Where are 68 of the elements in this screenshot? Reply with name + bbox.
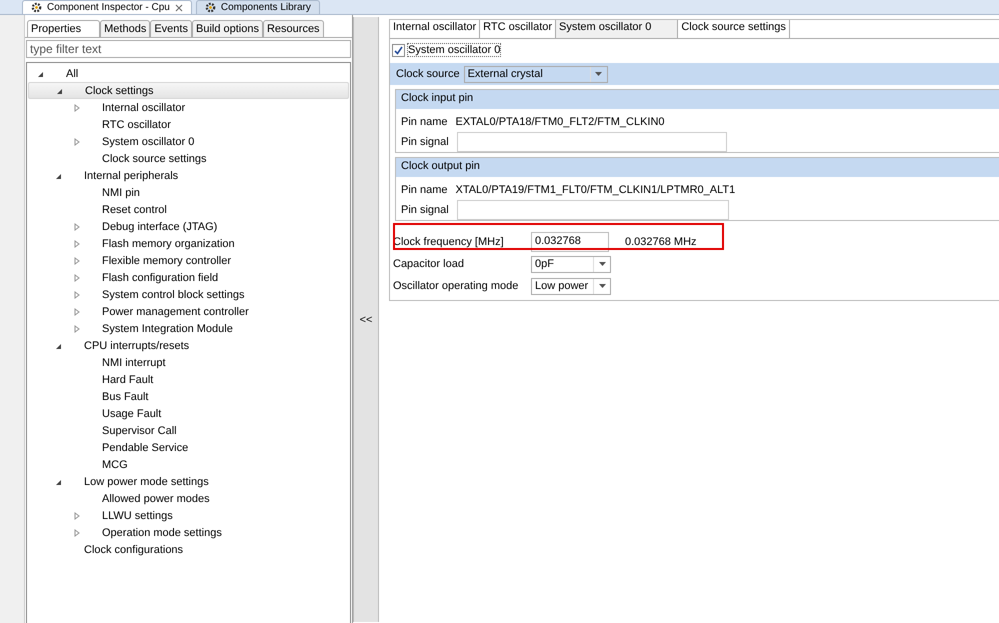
setting-dropdown[interactable]: 0pF <box>531 256 611 272</box>
frequency-reading: 0.032768 MHz <box>625 236 697 248</box>
filter-field[interactable]: type filter text <box>26 40 351 58</box>
tree-item[interactable]: LLWU settings <box>28 507 349 524</box>
tree-item[interactable]: Flash memory organization <box>28 235 349 252</box>
dropdown-caret-icon <box>598 262 606 266</box>
view-tab[interactable]: Build options <box>192 20 263 37</box>
tree-item[interactable]: Operation mode settings <box>28 524 349 541</box>
tree-item[interactable]: Supervisor Call <box>28 422 349 439</box>
editor-tab[interactable]: Components Library <box>196 0 320 14</box>
gear-icon <box>204 2 216 13</box>
setting-dropdown[interactable]: Low power <box>531 278 611 294</box>
tree-item[interactable]: NMI pin <box>28 184 349 201</box>
view-tab[interactable]: Methods <box>100 20 150 37</box>
check-icon <box>394 46 403 54</box>
tree-item[interactable]: System oscillator 0 <box>28 133 349 150</box>
tree-item[interactable]: Bus Fault <box>28 388 349 405</box>
pin-signal-field[interactable] <box>456 200 729 220</box>
field-label: Pin name <box>401 184 448 196</box>
tree-item[interactable]: System Integration Module <box>28 320 349 337</box>
tree-item[interactable]: MCG <box>28 456 349 473</box>
tree-item[interactable]: RTC oscillator <box>28 116 349 133</box>
tree-item[interactable]: Low power mode settings <box>28 473 349 490</box>
view-tab[interactable]: Properties <box>27 20 100 37</box>
tree-item[interactable]: Pendable Service <box>28 439 349 456</box>
clock-source-dropdown[interactable]: External crystal <box>464 66 608 82</box>
tree-item[interactable]: Usage Fault <box>28 405 349 422</box>
tree-item[interactable]: Flexible memory controller <box>28 252 349 269</box>
close-icon[interactable] <box>174 4 183 12</box>
editor-tab[interactable]: Component Inspector - Cpu <box>22 0 192 14</box>
field-label: Pin signal <box>401 136 449 148</box>
field-label: Clock source <box>396 68 460 80</box>
tree-item[interactable]: CPU interrupts/resets <box>28 337 349 354</box>
tree-item[interactable]: Internal oscillator <box>28 99 349 116</box>
pin-signal-field[interactable] <box>456 132 727 152</box>
tree-item[interactable]: Clock source settings <box>28 150 349 167</box>
collapse-button[interactable]: << <box>358 312 374 328</box>
tree-item[interactable]: System control block settings <box>28 286 349 303</box>
checkbox-label: System oscillator 0 <box>407 43 502 57</box>
pin-name-value: XTAL0/PTA19/FTM1_FLT0/FTM_CLKIN1/LPTMR0_ALT1 <box>455 184 736 196</box>
checkbox[interactable] <box>392 44 405 56</box>
pin-name-value: EXTAL0/PTA18/FTM0_FLT2/FTM_CLKIN0 <box>455 116 665 128</box>
tree-item[interactable]: All <box>28 65 349 82</box>
tree-item[interactable]: Flash configuration field <box>28 269 349 286</box>
view-tab[interactable]: Events <box>150 20 192 37</box>
tree-item[interactable]: Internal peripherals <box>28 167 349 184</box>
dropdown-caret-icon <box>595 72 602 76</box>
field-label: Pin name <box>401 116 448 128</box>
view-tab[interactable]: Resources <box>262 20 324 37</box>
frequency-field[interactable]: 0.032768 <box>531 232 609 252</box>
tree-item[interactable]: Hard Fault <box>28 371 349 388</box>
tree-item[interactable]: Reset control <box>28 201 349 218</box>
setting-label: Capacitor load <box>393 258 465 270</box>
gear-icon <box>31 2 42 13</box>
dropdown-caret-icon <box>598 284 606 288</box>
tree-item[interactable]: Allowed power modes <box>28 490 349 507</box>
setting-label: Oscillator operating mode <box>393 280 520 292</box>
group-title: Clock input pin <box>396 90 999 109</box>
collapsed-arrow-icon[interactable] <box>72 102 82 112</box>
field-label: Pin signal <box>401 204 449 216</box>
tree-item[interactable]: Power management controller <box>28 303 349 320</box>
collapsed-arrow-icon[interactable] <box>72 136 82 146</box>
group-title: Clock output pin <box>396 158 999 177</box>
tree-item[interactable]: Clock settings <box>28 82 349 99</box>
tree-item[interactable]: NMI interrupt <box>28 354 349 371</box>
tree-item[interactable]: Clock configurations <box>28 541 349 558</box>
settings-tab[interactable]: System oscillator 0 <box>556 20 678 38</box>
tree-item[interactable]: Debug interface (JTAG) <box>28 218 349 235</box>
